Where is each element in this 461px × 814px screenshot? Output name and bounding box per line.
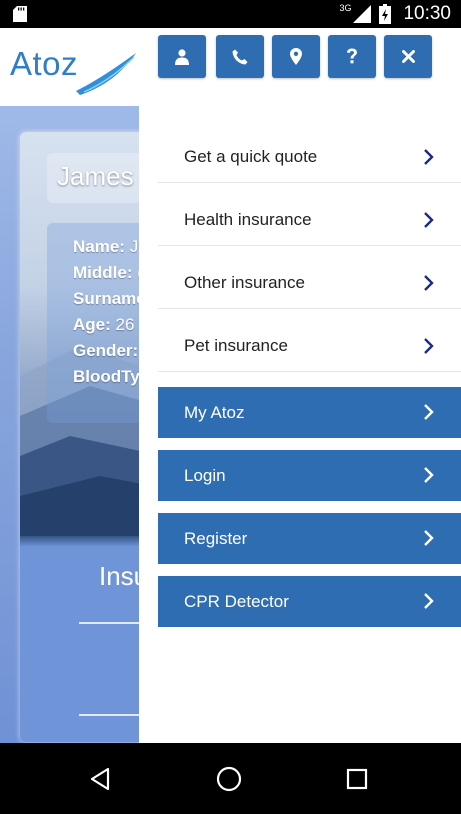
menu-item-login[interactable]: Login (158, 450, 461, 501)
profile-name: James (57, 161, 134, 191)
location-button[interactable] (272, 35, 320, 78)
signal-icon (353, 5, 372, 23)
menu-item-my-atoz[interactable]: My Atoz (158, 387, 461, 438)
question-icon (347, 48, 357, 64)
menu-item-other-insurance[interactable]: Other insurance (158, 258, 461, 309)
home-button[interactable] (184, 743, 274, 814)
chevron-right-icon (424, 275, 434, 291)
menu-item-health-insurance[interactable]: Health insurance (158, 195, 461, 246)
map-marker-icon (290, 48, 302, 65)
menu-item-label: Other insurance (184, 273, 305, 292)
detail-gender: Gender: (73, 341, 139, 360)
chevron-right-icon (424, 530, 434, 546)
sd-card-icon (13, 6, 27, 22)
status-bar: 3G 10:30 (0, 0, 461, 28)
back-icon (90, 767, 110, 790)
logo-swoosh-icon (76, 53, 136, 95)
home-icon (216, 766, 242, 791)
close-icon (401, 50, 415, 63)
menu-item-label: Login (184, 465, 226, 485)
chevron-right-icon (424, 149, 434, 165)
chevron-right-icon (424, 404, 434, 420)
profile-button[interactable] (158, 35, 206, 78)
menu-item-label: CPR Detector (184, 591, 289, 611)
network-type: 3G (339, 3, 352, 13)
call-button[interactable] (216, 35, 264, 78)
menu-item-cpr-detector[interactable]: CPR Detector (158, 576, 461, 627)
menu-item-label: Pet insurance (184, 336, 288, 355)
help-button[interactable] (328, 35, 376, 78)
menu-item-label: My Atoz (184, 402, 245, 422)
logo-text: Atoz (10, 45, 79, 82)
detail-middle: Middle: ( (73, 263, 143, 282)
clock: 10:30 (403, 3, 451, 24)
phone-icon (232, 49, 248, 64)
user-icon (175, 48, 189, 65)
close-button[interactable] (384, 35, 432, 78)
detail-surname: Surname (73, 289, 146, 308)
chevron-right-icon (424, 467, 434, 483)
system-nav-bar (0, 743, 461, 814)
recents-button[interactable] (312, 743, 402, 814)
menu-item-label: Health insurance (184, 210, 312, 229)
menu-item-pet-insurance[interactable]: Pet insurance (158, 321, 461, 372)
detail-age: Age: 26 (73, 315, 135, 334)
recents-icon (346, 768, 368, 789)
detail-name: Name: J (73, 237, 139, 256)
menu-item-quick-quote[interactable]: Get a quick quote (158, 132, 461, 183)
detail-bloodtype: BloodTy (73, 367, 140, 386)
chevron-right-icon (424, 338, 434, 354)
menu-item-label: Get a quick quote (184, 147, 318, 166)
battery-charging-icon (379, 4, 392, 24)
menu-item-label: Register (184, 528, 248, 548)
back-button[interactable] (55, 743, 145, 814)
menu-item-register[interactable]: Register (158, 513, 461, 564)
chevron-right-icon (424, 593, 434, 609)
chevron-right-icon (424, 212, 434, 228)
atoz-logo[interactable]: Atoz (10, 43, 140, 99)
app-screen: Atoz James Name: J Middle: ( Surname Age… (0, 28, 461, 743)
